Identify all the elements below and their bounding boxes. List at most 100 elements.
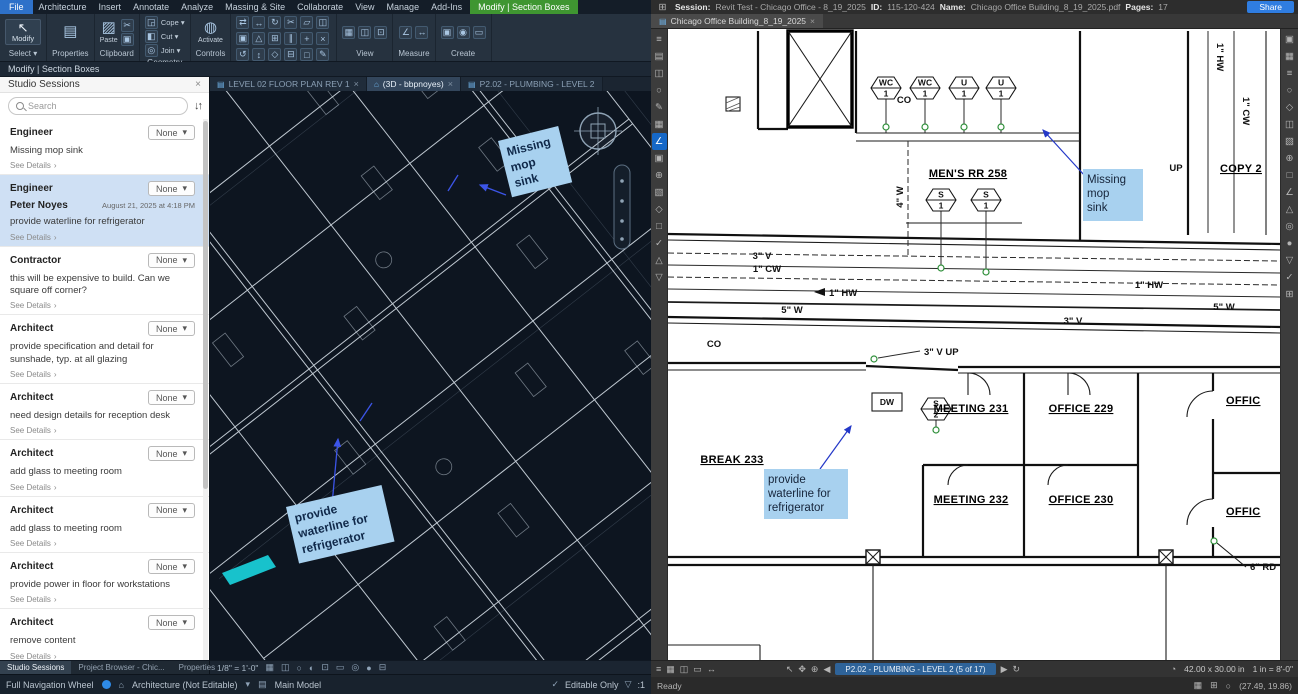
markups-list-toggle-icon[interactable]: ≡ [656, 664, 661, 674]
session-grid-icon[interactable]: ⊞ [655, 1, 670, 13]
links-panel-icon[interactable]: ⊕ [1282, 150, 1297, 167]
select-tool-icon[interactable]: ↖ [786, 664, 794, 675]
shadows-icon[interactable]: ◐ [309, 663, 314, 673]
measurements-icon[interactable]: ∠ [652, 133, 667, 150]
document-tab[interactable]: ▤ Chicago Office Building_8_19_2025 × [651, 14, 823, 28]
activate-controls-icon[interactable]: ◍ [204, 20, 217, 36]
3d-panel-icon[interactable]: △ [1282, 201, 1297, 218]
see-details-link[interactable]: See Details› [10, 301, 195, 310]
see-details-link[interactable]: See Details› [10, 426, 195, 435]
join-button[interactable]: ◎Join ▾ [145, 44, 185, 57]
markups-list-icon[interactable]: ▦ [652, 116, 667, 133]
cut-to-clipboard-icon[interactable]: ✂ [121, 19, 134, 32]
align-icon[interactable]: ⇄ [236, 16, 249, 29]
rotate-view-icon[interactable]: ↻ [1013, 664, 1021, 675]
signatures-panel-icon[interactable]: ✓ [1282, 269, 1297, 286]
dimension-icon[interactable]: ↔ [415, 26, 428, 39]
thumbnails-icon[interactable]: ◫ [652, 65, 667, 82]
session-item-selected[interactable]: Engineer None▾ Peter Noyes August 21, 20… [0, 175, 209, 246]
move-icon[interactable]: ↔ [252, 16, 265, 29]
session-item[interactable]: Architect None▾ provide specification an… [0, 315, 209, 384]
session-item[interactable]: Architect None▾ need design details for … [0, 384, 209, 440]
linework-icon[interactable]: ⊡ [374, 26, 387, 39]
crop-region-icon[interactable]: ▭ [336, 662, 345, 673]
copy-icon[interactable]: ▣ [236, 32, 249, 45]
mirror-icon[interactable]: ◫ [316, 16, 329, 29]
session-status-dropdown[interactable]: None▾ [148, 503, 195, 518]
trim-icon[interactable]: ✂ [284, 16, 297, 29]
modify-tool-button[interactable]: ↖ Modify [5, 19, 41, 45]
tab-collaborate[interactable]: Collaborate [291, 0, 349, 14]
delete-icon[interactable]: × [316, 32, 329, 45]
sync-views-icon[interactable]: ○ [1226, 681, 1231, 691]
tab-architecture[interactable]: Architecture [33, 0, 93, 14]
signatures-icon[interactable]: ✓ [652, 235, 667, 252]
detail-level-icon[interactable]: ▦ [265, 662, 274, 673]
links-icon[interactable]: ⊕ [652, 167, 667, 184]
session-item[interactable]: Architect None▾ provide power in floor f… [0, 553, 209, 609]
sort-icon[interactable]: ↓↑ [194, 100, 201, 112]
pdf-page-canvas[interactable]: WC1 WC1 U1 U1 [668, 29, 1280, 660]
sun-path-icon[interactable]: ○ [296, 663, 301, 673]
close-icon[interactable]: × [448, 79, 453, 89]
tab-insert[interactable]: Insert [93, 0, 128, 14]
chat-bubble-icon[interactable] [102, 680, 111, 689]
session-search[interactable] [8, 97, 188, 115]
navigation-bar[interactable] [614, 165, 630, 249]
split-icon[interactable]: ∥ [284, 32, 297, 45]
create-group-icon[interactable]: ▣ [441, 26, 454, 39]
extend-icon[interactable]: ↕ [252, 48, 265, 61]
studio-panel-icon[interactable]: ◎ [1282, 218, 1297, 235]
session-item[interactable]: Architect None▾ add glass to meeting roo… [0, 440, 209, 496]
session-status-dropdown[interactable]: None▾ [148, 390, 195, 405]
spaces-panel-icon[interactable]: □ [1282, 167, 1297, 184]
next-page-icon[interactable]: ▶ [1001, 664, 1008, 675]
see-details-link[interactable]: See Details› [10, 539, 195, 548]
markup-missing-mop-sink[interactable]: Missing mop sink [1083, 169, 1143, 221]
search-input[interactable] [28, 101, 180, 111]
previous-page-icon[interactable]: ◀ [823, 664, 830, 675]
see-details-link[interactable]: See Details› [10, 161, 195, 170]
override-graphics-icon[interactable]: ◫ [358, 26, 371, 39]
cope-button[interactable]: ◲Cope ▾ [145, 16, 185, 29]
file-access-icon[interactable]: ▤ [652, 48, 667, 65]
join-ends-icon[interactable]: ⊟ [284, 48, 297, 61]
session-status-dropdown[interactable]: None▾ [148, 615, 195, 630]
constraints-icon[interactable]: ⊟ [379, 662, 387, 673]
offset-icon[interactable]: ▱ [300, 16, 313, 29]
view-scale[interactable]: 1/8" = 1'-0" [217, 663, 258, 673]
thumbnails-panel-icon[interactable]: ◫ [1282, 116, 1297, 133]
see-details-link[interactable]: See Details› [10, 652, 195, 660]
match-icon[interactable]: ◇ [268, 48, 281, 61]
tab-analyze[interactable]: Analyze [175, 0, 219, 14]
cut-button[interactable]: ◧Cut ▾ [145, 30, 185, 43]
copy-to-clipboard-icon[interactable]: ▣ [121, 33, 134, 46]
layers-panel-icon[interactable]: ▧ [1282, 133, 1297, 150]
tab-annotate[interactable]: Annotate [127, 0, 175, 14]
measure-icon[interactable]: ∠ [399, 26, 412, 39]
split-view-icon[interactable]: ◫ [680, 664, 689, 675]
properties-panel-icon[interactable]: ▣ [1282, 31, 1297, 48]
share-button[interactable]: Share [1247, 1, 1294, 13]
paste-icon[interactable]: ▨ [102, 20, 116, 36]
tab-manage[interactable]: Manage [381, 0, 426, 14]
workset-selector[interactable]: Architecture (Not Editable) [132, 680, 238, 690]
properties-icon[interactable]: ▤ [63, 24, 77, 40]
editable-only-label[interactable]: Editable Only [565, 680, 619, 690]
session-status-dropdown[interactable]: None▾ [148, 446, 195, 461]
scale-icon[interactable]: △ [252, 32, 265, 45]
3d-model-tree-icon[interactable]: △ [652, 252, 667, 269]
snap-toggle-icon[interactable]: ⊞ [1210, 680, 1218, 691]
zoom-tool-icon[interactable]: ⊕ [811, 664, 819, 675]
fit-page-icon[interactable]: ▭ [693, 664, 702, 675]
session-item[interactable]: Architect None▾ remove content See Detai… [0, 609, 209, 660]
spaces-icon[interactable]: □ [652, 218, 667, 235]
search-icon[interactable]: ○ [652, 82, 667, 99]
see-details-link[interactable]: See Details› [10, 595, 195, 604]
3d-viewport[interactable]: Missing mop sink provide waterline for r… [210, 91, 651, 660]
thumbnails-toggle-icon[interactable]: ▦ [666, 664, 675, 675]
page-status-pill[interactable]: P2.02 - PLUMBING - LEVEL 2 (5 of 17) [835, 663, 995, 675]
markups-panel-icon[interactable]: ≡ [1282, 65, 1297, 82]
session-status-dropdown[interactable]: None▾ [148, 559, 195, 574]
tab-view[interactable]: View [349, 0, 380, 14]
